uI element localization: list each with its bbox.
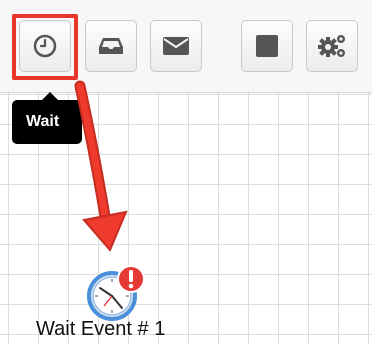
designer-toolbar	[0, 0, 372, 93]
gears-icon	[318, 35, 345, 57]
clock-icon	[33, 34, 57, 58]
wait-event-label: Wait Event # 1	[36, 318, 166, 340]
inbox-icon	[99, 38, 123, 54]
wait-event-node[interactable]	[82, 262, 154, 324]
error-badge-icon	[117, 265, 145, 293]
receive-button[interactable]	[85, 20, 137, 72]
send-message-button[interactable]	[150, 20, 202, 72]
tooltip-text: Wait	[26, 113, 60, 130]
end-event-button[interactable]	[241, 20, 293, 72]
wait-button[interactable]	[19, 20, 71, 72]
settings-button[interactable]	[306, 20, 358, 72]
stop-square-icon	[256, 35, 278, 57]
process-canvas[interactable]: Wait Wait Event # 1	[0, 0, 372, 344]
envelope-icon	[163, 37, 189, 55]
wait-tooltip: Wait	[12, 92, 82, 144]
